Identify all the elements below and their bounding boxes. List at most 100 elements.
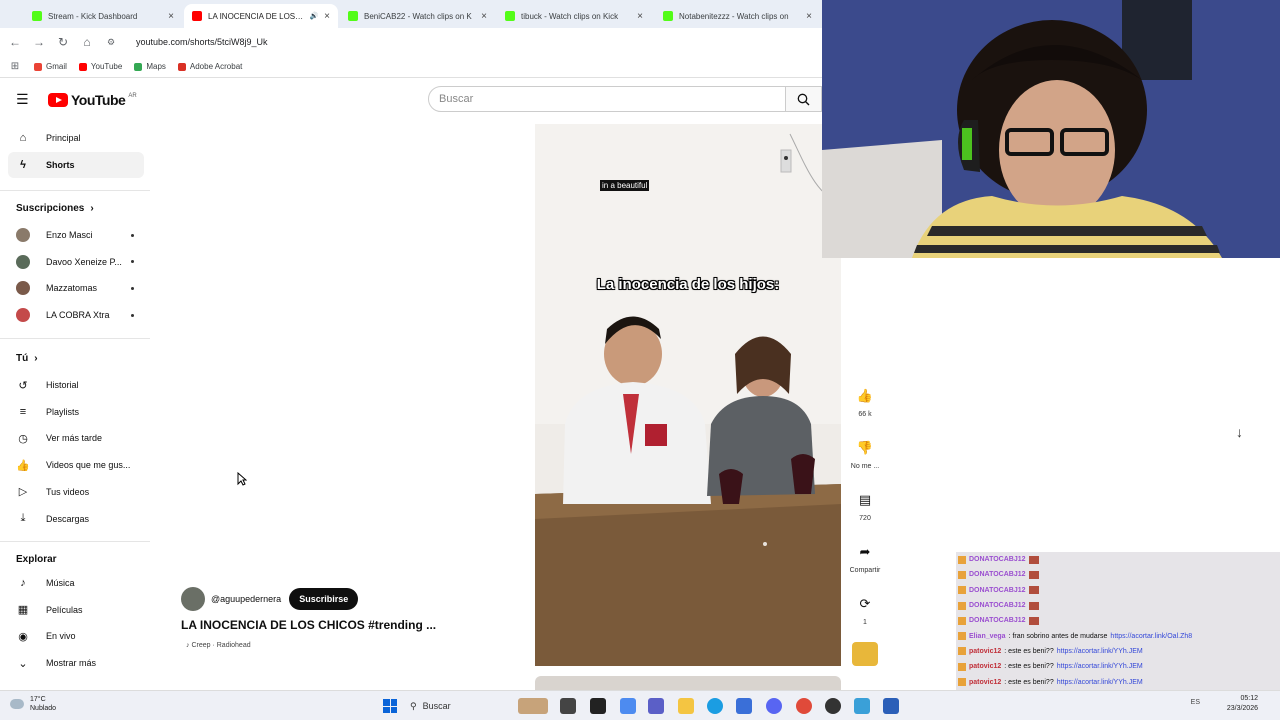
sidebar-item[interactable]: ▦ Películas xyxy=(8,597,144,623)
subscription-item[interactable]: LA COBRA Xtra xyxy=(8,302,144,328)
sidebar-item[interactable]: ⤓ Descargas xyxy=(8,506,144,532)
sidebar-item-label: Música xyxy=(46,578,75,588)
search-button[interactable] xyxy=(786,86,822,112)
next-short-preview[interactable] xyxy=(535,676,841,690)
channel-name[interactable]: @aguupedernera xyxy=(211,594,281,604)
chat-username[interactable]: Elian_vega xyxy=(969,633,1006,640)
sidebar-item[interactable]: ⌂ Principal xyxy=(8,125,144,151)
system-clock[interactable]: 05:12 23/3/2026 xyxy=(1227,694,1258,714)
forward-icon[interactable]: → xyxy=(32,35,46,49)
bookmark-item[interactable]: Adobe Acrobat xyxy=(177,62,242,71)
subscription-item[interactable]: Enzo Masci xyxy=(8,222,144,248)
back-icon[interactable]: ← xyxy=(8,35,22,49)
site-info-icon[interactable]: ⚙ xyxy=(104,37,118,48)
subscription-item[interactable]: Davoo Xeneize P... xyxy=(8,249,144,275)
chat-message: Elian_vega: fran sobrino antes de mudars… xyxy=(956,628,1280,643)
widgets-app-icon[interactable] xyxy=(518,698,548,714)
chevron-right-icon: › xyxy=(90,203,94,214)
subscription-label: Mazzatomas xyxy=(46,283,98,294)
browser-tab[interactable]: Stream - Kick Dashboard × xyxy=(24,4,182,28)
sidebar-item[interactable]: ↺ Historial xyxy=(8,372,144,398)
search-input[interactable]: Buscar xyxy=(428,86,786,112)
menu-icon[interactable]: ☰ xyxy=(16,92,30,106)
copilot-app-icon[interactable] xyxy=(620,698,636,714)
sidebar-item[interactable]: 👍 Videos que me gus... xyxy=(8,452,144,478)
subscribe-button[interactable]: Suscribirse xyxy=(289,588,359,610)
like-action[interactable]: 👍 66 k xyxy=(846,383,884,418)
language-indicator[interactable]: ES xyxy=(1191,699,1200,706)
channel-avatar[interactable] xyxy=(181,587,205,611)
sidebar-item[interactable]: ▷ Tus videos xyxy=(8,479,144,505)
chat-username[interactable]: patovic12 xyxy=(969,663,1001,670)
subscription-item[interactable]: Mazzatomas xyxy=(8,275,144,301)
obs-app-icon[interactable] xyxy=(825,698,841,714)
sound-avatar[interactable] xyxy=(852,642,878,666)
sidebar-item[interactable]: ϟ Shorts xyxy=(8,152,144,178)
chat-link[interactable]: https://acortar.link/YYh.JEM xyxy=(1057,663,1143,670)
remix-icon[interactable]: ⟳ xyxy=(852,591,878,617)
short-video-player[interactable]: in a beautiful La inocencia de los hijos… xyxy=(535,124,841,666)
thumbs-down-icon[interactable]: 👎 xyxy=(852,435,878,461)
windows-start-icon[interactable] xyxy=(383,699,397,713)
capcut-app-icon[interactable] xyxy=(590,698,606,714)
tab-close-icon[interactable]: × xyxy=(637,11,643,22)
thumbs-up-icon[interactable]: 👍 xyxy=(852,383,878,409)
chat-username[interactable]: DONATOCABJ12 xyxy=(969,556,1026,563)
chat-username[interactable]: DONATOCABJ12 xyxy=(969,617,1026,624)
sidebar-item[interactable]: ◉ En vivo xyxy=(8,623,144,649)
tab-close-icon[interactable]: × xyxy=(168,11,174,22)
bookmark-item[interactable]: Maps xyxy=(134,62,166,71)
chat-link[interactable]: https://acortar.link/YYh.JEM xyxy=(1057,679,1143,686)
chat-link[interactable]: https://acortar.link/YYh.JEM xyxy=(1057,648,1143,655)
chat-username[interactable]: DONATOCABJ12 xyxy=(969,602,1026,609)
speaker-icon[interactable]: 🔊 xyxy=(309,12,318,20)
apps-icon[interactable]: ⊞ xyxy=(8,61,22,72)
browser-tab[interactable]: LA INOCENCIA DE LOS CHI 🔊 × xyxy=(184,4,338,28)
browser-tab[interactable]: tibuck - Watch clips on Kick × xyxy=(497,4,651,28)
sidebar-item[interactable]: ♪ Música xyxy=(8,570,144,596)
remix-action[interactable]: ⟳ 1 xyxy=(846,591,884,626)
home-icon[interactable]: ⌂ xyxy=(80,35,94,49)
edge-app-icon[interactable] xyxy=(707,698,723,714)
reload-icon[interactable]: ↻ xyxy=(56,35,70,49)
browser-tab[interactable]: Notabenitezzz - Watch clips on × xyxy=(655,4,820,28)
store-app-icon[interactable] xyxy=(736,698,752,714)
browser-tab[interactable]: BeniCAB22 - Watch clips on K × xyxy=(340,4,495,28)
chat-username[interactable]: DONATOCABJ12 xyxy=(969,571,1026,578)
download-icon: ⤓ xyxy=(20,512,26,524)
comment-icon[interactable]: ▤ xyxy=(852,487,878,513)
share-icon[interactable]: ➦ xyxy=(852,539,878,565)
chat-link[interactable]: https://acortar.link/Oal.Zh8 xyxy=(1110,633,1192,640)
bookmark-item[interactable]: Gmail xyxy=(34,62,67,71)
bookmark-item[interactable]: YouTube xyxy=(78,62,122,71)
short-song[interactable]: ♪ Creep · Radiohead xyxy=(186,642,251,649)
task-view-icon[interactable] xyxy=(560,698,576,714)
tab-close-icon[interactable]: × xyxy=(806,11,812,22)
file-explorer-icon[interactable] xyxy=(678,698,694,714)
sidebar-item[interactable]: ≡ Playlists xyxy=(8,399,144,425)
sidebar-item[interactable]: ⌄ Mostrar más xyxy=(8,650,144,676)
home-icon: ⌂ xyxy=(19,132,27,144)
comments-action[interactable]: ▤ 720 xyxy=(846,487,884,522)
arrow-down-icon[interactable]: ↓ xyxy=(1236,424,1243,440)
word-app-icon[interactable] xyxy=(883,698,899,714)
youtube-logo[interactable]: YouTube AR xyxy=(48,92,137,108)
explore-header[interactable]: Explorar xyxy=(16,554,57,565)
tab-close-icon[interactable]: × xyxy=(324,11,330,22)
you-header[interactable]: Tú › xyxy=(16,353,38,364)
dislike-action[interactable]: 👎 No me ... xyxy=(846,435,884,470)
address-bar[interactable]: youtube.com/shorts/5tciW8j9_Uk xyxy=(136,37,268,47)
notepad-app-icon[interactable] xyxy=(854,698,870,714)
chat-username[interactable]: patovic12 xyxy=(969,648,1001,655)
teams-app-icon[interactable] xyxy=(648,698,664,714)
chat-username[interactable]: patovic12 xyxy=(969,679,1001,686)
sidebar-item[interactable]: ◷ Ver más tarde xyxy=(8,425,144,451)
tab-close-icon[interactable]: × xyxy=(481,11,487,22)
subscriptions-header[interactable]: Suscripciones › xyxy=(16,203,94,214)
share-action[interactable]: ➦ Compartir xyxy=(846,539,884,574)
discord-app-icon[interactable] xyxy=(766,698,782,714)
chrome-app-icon[interactable] xyxy=(796,698,812,714)
chat-username[interactable]: DONATOCABJ12 xyxy=(969,587,1026,594)
weather-widget[interactable]: 17°C Nublado xyxy=(10,695,56,713)
short-title[interactable]: LA INOCENCIA DE LOS CHICOS #trending ... xyxy=(181,618,436,632)
